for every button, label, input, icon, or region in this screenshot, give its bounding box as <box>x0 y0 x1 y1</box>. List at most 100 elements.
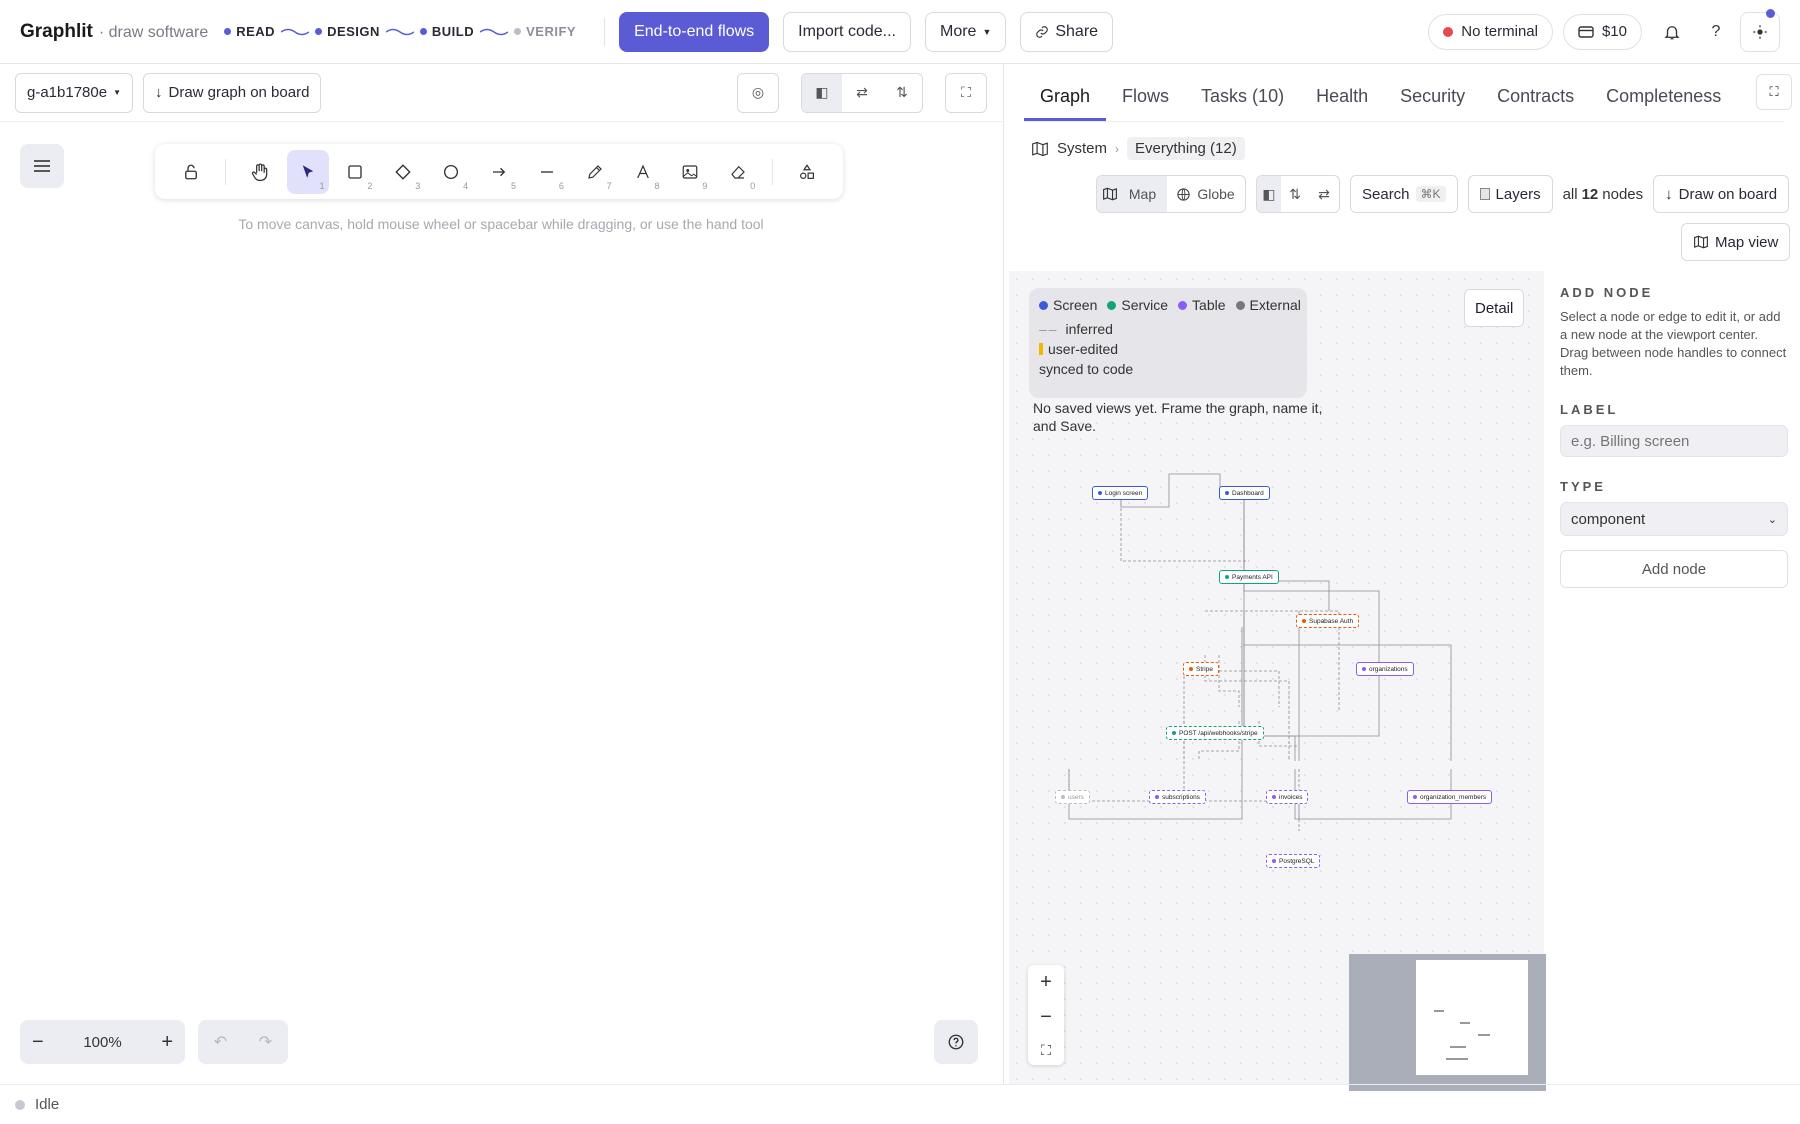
graph-canvas[interactable]: Login screen Dashboard Payments API Supa… <box>1009 271 1546 1091</box>
swap-horizontal-icon[interactable]: ⇄ <box>1309 176 1339 212</box>
edge <box>1243 516 1452 761</box>
tab-tasks[interactable]: Tasks (10) <box>1185 86 1300 121</box>
hand-tool[interactable] <box>239 150 281 194</box>
count-value: 12 <box>1581 185 1599 203</box>
detail-button[interactable]: Detail <box>1464 289 1525 327</box>
swap-horizontal-icon[interactable]: ⇄ <box>842 74 882 112</box>
tab-health[interactable]: Health <box>1300 86 1384 121</box>
phase-read[interactable]: READ <box>224 24 275 39</box>
canvas-help-button[interactable] <box>934 1020 978 1064</box>
phase-design[interactable]: DESIGN <box>315 24 380 39</box>
main-menu-button[interactable] <box>20 144 64 188</box>
add-node-button[interactable]: Add node <box>1560 550 1788 588</box>
notification-dot <box>1766 8 1775 18</box>
panel-left-icon[interactable]: ◧ <box>1257 176 1281 212</box>
layout-toggle[interactable]: ◧ ⇄ ⇅ <box>801 72 923 113</box>
pencil-tool[interactable]: 7 <box>574 150 616 194</box>
node-label-input[interactable] <box>1560 425 1788 457</box>
graph-node-organizations[interactable]: organizations <box>1356 662 1414 676</box>
theme-toggle[interactable] <box>1740 8 1780 52</box>
terminal-label: No terminal <box>1461 23 1538 40</box>
graph-node-users[interactable]: users <box>1055 790 1090 804</box>
rectangle-tool[interactable]: 2 <box>335 150 377 194</box>
graph-node-dashboard[interactable]: Dashboard <box>1219 486 1270 500</box>
map-icon <box>1102 187 1117 201</box>
phase-verify[interactable]: VERIFY <box>514 24 576 39</box>
text-tool[interactable]: 8 <box>622 150 664 194</box>
divider <box>772 158 774 185</box>
graph-node-login-screen[interactable]: Login screen <box>1092 486 1149 500</box>
graph-node-supabase-auth[interactable]: Supabase Auth <box>1296 614 1360 628</box>
map-mode-button[interactable]: Map <box>1097 176 1167 212</box>
graph-select[interactable]: g-a1b1780e ▼ <box>15 72 133 113</box>
zoom-level[interactable]: 100% <box>83 1034 121 1051</box>
draw-on-board-button[interactable]: ↓ Draw on board <box>1653 175 1790 213</box>
share-button[interactable]: Share <box>1020 11 1114 52</box>
fit-view-icon[interactable]: ⛶ <box>1041 1042 1051 1059</box>
help-button[interactable]: ? <box>1696 12 1736 52</box>
map-view-button[interactable]: Map view <box>1681 223 1791 261</box>
add-node-description: Select a node or edge to edit it, or add… <box>1560 309 1787 378</box>
panel-left-icon[interactable]: ◧ <box>802 73 842 112</box>
graph-node-invoices[interactable]: invoices <box>1266 790 1309 804</box>
breadcrumb-root[interactable]: System <box>1057 140 1107 157</box>
graph-node-subscriptions[interactable]: subscriptions <box>1149 790 1206 804</box>
ellipse-tool[interactable]: 4 <box>430 150 472 194</box>
terminal-status[interactable]: No terminal <box>1428 13 1553 50</box>
swap-vertical-icon[interactable]: ⇅ <box>882 74 922 112</box>
credit-balance[interactable]: $10 <box>1562 13 1642 50</box>
zoom-in-icon[interactable]: + <box>1040 971 1052 994</box>
target-button[interactable]: ◎ <box>737 72 779 113</box>
diamond-tool[interactable]: 3 <box>382 150 424 194</box>
graph-node-stripe[interactable]: Stripe <box>1183 662 1219 676</box>
node-dot <box>1272 795 1276 799</box>
line-tool[interactable]: 6 <box>526 150 568 194</box>
eraser-tool[interactable]: 0 <box>717 150 759 194</box>
minimap-node <box>1478 1034 1490 1036</box>
draw-graph-label: Draw graph on board <box>168 84 310 101</box>
redo-icon[interactable]: ↷ <box>259 1032 272 1052</box>
graph-node-stripe-webhook[interactable]: POST /api/webhooks/stripe <box>1166 726 1264 740</box>
phase-build[interactable]: BUILD <box>419 24 474 39</box>
import-code-button[interactable]: Import code... <box>783 11 911 52</box>
wave-connector <box>281 28 310 35</box>
image-tool[interactable]: 9 <box>670 150 712 194</box>
legend-external: External <box>1235 297 1301 313</box>
end-to-end-flows-button[interactable]: End-to-end flows <box>619 11 770 52</box>
shortcut-key: 9 <box>702 180 708 191</box>
swap-vertical-icon[interactable]: ⇅ <box>1281 176 1309 212</box>
hand-icon <box>251 163 268 181</box>
more-button[interactable]: More ▼ <box>924 11 1007 52</box>
draw-on-board-label: Draw on board <box>1678 185 1778 203</box>
legend-service: Service <box>1107 297 1168 313</box>
tab-contracts[interactable]: Contracts <box>1481 86 1590 121</box>
undo-icon[interactable]: ↶ <box>214 1032 227 1052</box>
select-tool[interactable]: 1 <box>286 149 329 194</box>
tab-graph[interactable]: Graph <box>1024 86 1107 121</box>
graph-node-payments-api[interactable]: Payments API <box>1219 570 1279 584</box>
zoom-in-button[interactable]: + <box>161 1031 173 1054</box>
graph-minimap[interactable] <box>1349 954 1546 1091</box>
lock-tool[interactable] <box>170 150 212 194</box>
fullscreen-button[interactable]: ⛶ <box>945 72 987 113</box>
saved-views-empty: No saved views yet. Frame the graph, nam… <box>1033 400 1323 434</box>
zoom-out-icon[interactable]: − <box>1040 1006 1052 1029</box>
legend-label: user-edited <box>1048 341 1119 357</box>
arrow-tool[interactable]: 5 <box>478 150 520 194</box>
tab-security[interactable]: Security <box>1384 86 1481 121</box>
tab-completeness[interactable]: Completeness <box>1590 86 1737 121</box>
node-type-select[interactable]: component ⌄ <box>1560 502 1788 536</box>
tab-flows[interactable]: Flows <box>1106 86 1185 121</box>
text-icon <box>636 164 649 178</box>
graph-node-postgresql[interactable]: PostgreSQL <box>1266 854 1321 868</box>
layers-button[interactable]: Layers <box>1467 175 1553 213</box>
draw-graph-button[interactable]: ↓ Draw graph on board <box>143 72 322 113</box>
node-dot <box>1098 491 1102 495</box>
zoom-out-button[interactable]: − <box>32 1031 44 1054</box>
globe-mode-button[interactable]: Globe <box>1167 176 1245 212</box>
graph-node-organization-members[interactable]: organization_members <box>1407 790 1493 804</box>
search-button[interactable]: Search ⌘K <box>1350 175 1458 213</box>
panel-expand-button[interactable]: ⛶ <box>1756 74 1792 110</box>
notifications-button[interactable] <box>1652 12 1692 52</box>
shapes-tool[interactable] <box>786 150 828 194</box>
